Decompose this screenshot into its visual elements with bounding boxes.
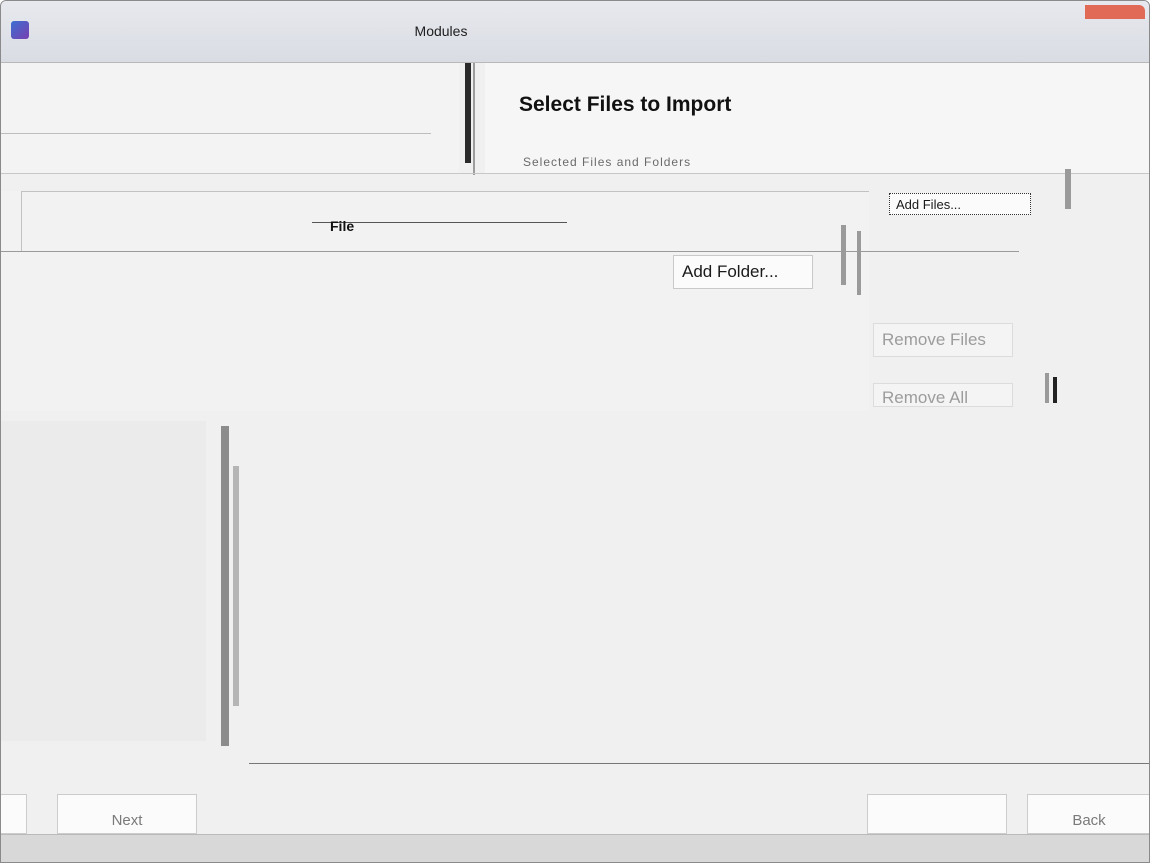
title-bar[interactable]: Modules [1,1,1149,63]
splitter-handle[interactable] [221,426,229,746]
window-title: Modules [414,23,468,39]
import-wizard-window: Modules Select Files to Import Selected … [0,0,1150,863]
vertical-splitter[interactable] [221,426,245,756]
header-divider [1,173,1149,174]
wizard-footer: Next Back [1,764,1149,862]
previous-button[interactable] [1,794,27,834]
scrollbar-fragment [1065,169,1071,209]
content-panel [1,411,1149,761]
wizard-header: Select Files to Import Selected Files an… [485,63,1149,173]
next-button[interactable]: Next [57,794,197,834]
column-header-file[interactable]: File [330,218,354,234]
remove-all-button[interactable]: Remove All [873,383,1013,407]
add-folder-button[interactable]: Add Folder... [673,255,813,289]
remove-files-button[interactable]: Remove Files [873,323,1013,357]
file-list[interactable]: File [1,191,1019,411]
panel-splitter[interactable] [459,63,483,175]
app-icon [11,21,29,39]
scrollbar-fragment [841,225,846,285]
close-button[interactable] [1085,5,1145,19]
taskbar [1,834,1149,862]
divider [1,133,431,134]
add-files-button[interactable]: Add Files... [889,193,1031,215]
page-title: Select Files to Import [519,93,732,116]
section-label: Selected Files and Folders [523,155,692,169]
scrollbar-fragment [1045,373,1049,403]
scrollbar-fragment [857,231,861,295]
splitter-edge [473,63,475,175]
file-list-header: File [21,191,869,251]
splitter-handle[interactable] [465,63,471,163]
left-panel [1,63,459,173]
blank-button[interactable] [867,794,1007,834]
header-underline [1,251,1019,252]
back-button[interactable]: Back [1027,794,1149,834]
module-list[interactable] [1,421,206,741]
splitter-grip [233,466,239,706]
scrollbar-fragment [1053,377,1057,403]
